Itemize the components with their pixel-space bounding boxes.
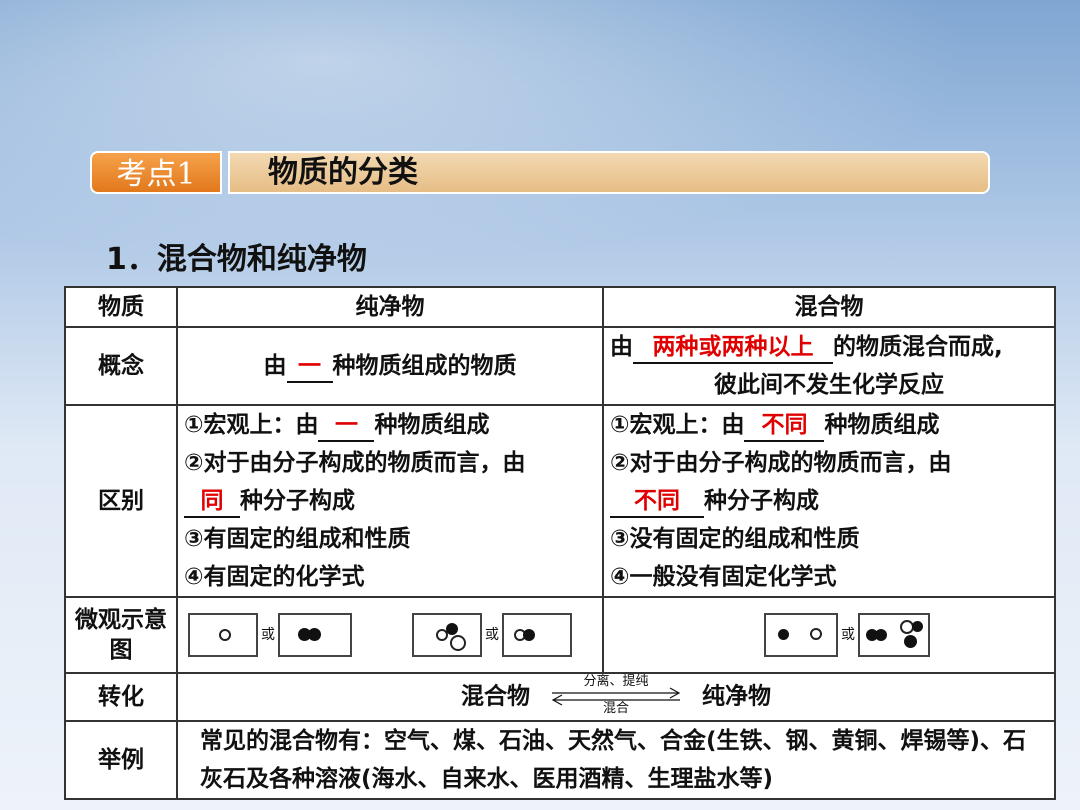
- slide: 考点1 物质的分类 1．混合物和纯净物 物质 纯净物 混合物 概念 由一种物质组…: [0, 0, 1080, 810]
- row-label-examples: 举例: [64, 720, 178, 800]
- table-row-concept: 概念 由一种物质组成的物质 由两种或两种以上 的物质混合而成, 彼此间不发生化学反…: [64, 326, 1056, 406]
- answer-blank: 一: [286, 351, 333, 383]
- table-row-examples: 举例 常见的混合物有：空气、煤、石油、天然气、合金(生铁、钢、黄铜、焊锡等)、石…: [64, 720, 1056, 800]
- molecule-diagram: [412, 613, 483, 657]
- molecule-diagram: [502, 613, 573, 657]
- mixture-text: 混合物: [460, 683, 530, 710]
- pure-text: 纯净物: [702, 683, 772, 710]
- text: 种分子构成: [704, 488, 819, 514]
- row-label-conversion: 转化: [64, 672, 178, 722]
- molecule-diagram: [188, 613, 258, 657]
- arrow-label-bottom: 混合: [602, 701, 629, 716]
- text: 彼此间不发生化学反应: [714, 372, 944, 398]
- table-row-difference: 区别 ①宏观上：由一种物质组成 ②对于由分子构成的物质而言，由 同种分子构成 ③…: [64, 404, 1056, 598]
- text: ③没有固定的组成和性质: [610, 526, 860, 552]
- text: 由: [610, 334, 633, 360]
- text: ②对于由分子构成的物质而言，由: [184, 450, 526, 476]
- text: 种物质组成: [824, 412, 940, 438]
- micro-pure: 或 或: [176, 596, 604, 674]
- micro-mixture: 或: [602, 596, 1056, 674]
- concept-mixture: 由两种或两种以上 的物质混合而成, 彼此间不发生化学反应: [602, 326, 1056, 406]
- row-label-difference: 区别: [64, 404, 178, 598]
- molecule-diagram: [278, 613, 352, 657]
- text: ③有固定的组成和性质: [184, 526, 411, 552]
- examples-text: 常见的混合物有：空气、煤、石油、天然气、合金(生铁、钢、黄铜、焊锡等)、石灰石及…: [176, 720, 1056, 800]
- answer-blank: 两种或两种以上: [633, 332, 833, 364]
- comparison-table: 物质 纯净物 混合物 概念 由一种物质组成的物质 由两种或两种以上 的物质混合而成…: [64, 286, 1056, 800]
- white-atom: [810, 628, 822, 640]
- difference-pure: ①宏观上：由一种物质组成 ②对于由分子构成的物质而言，由 同种分子构成 ③有固定…: [176, 404, 604, 598]
- answer-blank: 一: [318, 410, 375, 442]
- molecule-diagram: [764, 613, 838, 657]
- table-row-micro: 微观示意图 或 或 或: [64, 596, 1056, 674]
- black-atom: [308, 628, 321, 641]
- answer-blank: 同: [184, 486, 240, 518]
- or-label: 或: [841, 627, 855, 643]
- header-cell-mixture: 混合物: [602, 286, 1056, 328]
- black-atom: [875, 629, 887, 641]
- section-title: 1．混合物和纯净物: [106, 242, 367, 277]
- black-atom: [523, 629, 536, 641]
- row-label-concept: 概念: [64, 326, 178, 406]
- text: 种物质组成: [374, 412, 490, 438]
- text: ④一般没有固定化学式: [610, 564, 837, 590]
- text: 种分子构成: [240, 488, 355, 514]
- text: ②对于由分子构成的物质而言，由: [610, 450, 952, 476]
- black-atom: [446, 623, 459, 635]
- text: 由: [263, 353, 287, 379]
- table-row-conversion: 转化 混合物 分离、提纯 混合 纯净物: [64, 672, 1056, 722]
- text: 的物质混合而成,: [833, 334, 1003, 360]
- answer-blank: 不同: [610, 486, 704, 518]
- topic-tag: 考点1: [90, 151, 222, 194]
- text: ①宏观上：由: [184, 412, 319, 438]
- black-atom: [778, 629, 789, 640]
- difference-mixture: ①宏观上：由 不同 种物质组成 ②对于由分子构成的物质而言，由 不同 种分子构成 ③没…: [602, 404, 1056, 598]
- text: ①宏观上：由: [610, 412, 745, 438]
- or-label: 或: [261, 627, 275, 643]
- topic-title: 物质的分类: [228, 151, 990, 194]
- text: ④有固定的化学式: [184, 564, 365, 590]
- concept-pure: 由一种物质组成的物质: [176, 326, 604, 406]
- conversion-cell: 混合物 分离、提纯 混合 纯净物: [176, 672, 1056, 722]
- reversible-arrow: 分离、提纯 混合: [546, 675, 686, 717]
- or-label: 或: [485, 627, 500, 643]
- answer-blank: 不同: [744, 410, 825, 442]
- white-atom: [450, 635, 467, 651]
- molecule-diagram: [858, 613, 930, 657]
- header-cell-substance: 物质: [64, 286, 178, 328]
- header-cell-pure: 纯净物: [176, 286, 604, 328]
- row-label-micro: 微观示意图: [64, 596, 178, 674]
- black-atom: [912, 621, 923, 632]
- text: 种物质组成的物质: [332, 353, 517, 379]
- table-header-row: 物质 纯净物 混合物: [64, 286, 1056, 328]
- white-atom: [219, 629, 231, 641]
- black-atom: [904, 635, 917, 648]
